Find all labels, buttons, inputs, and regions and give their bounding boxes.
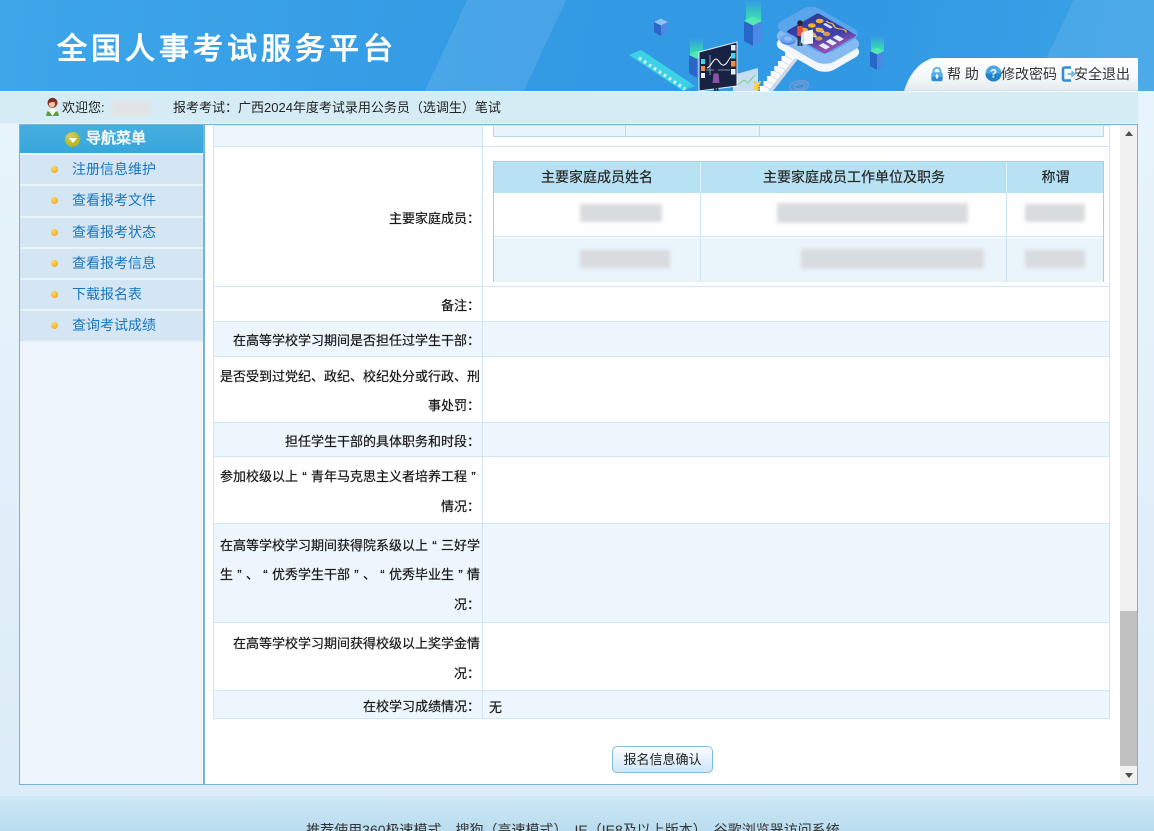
svg-text:?: ? [990,69,997,81]
